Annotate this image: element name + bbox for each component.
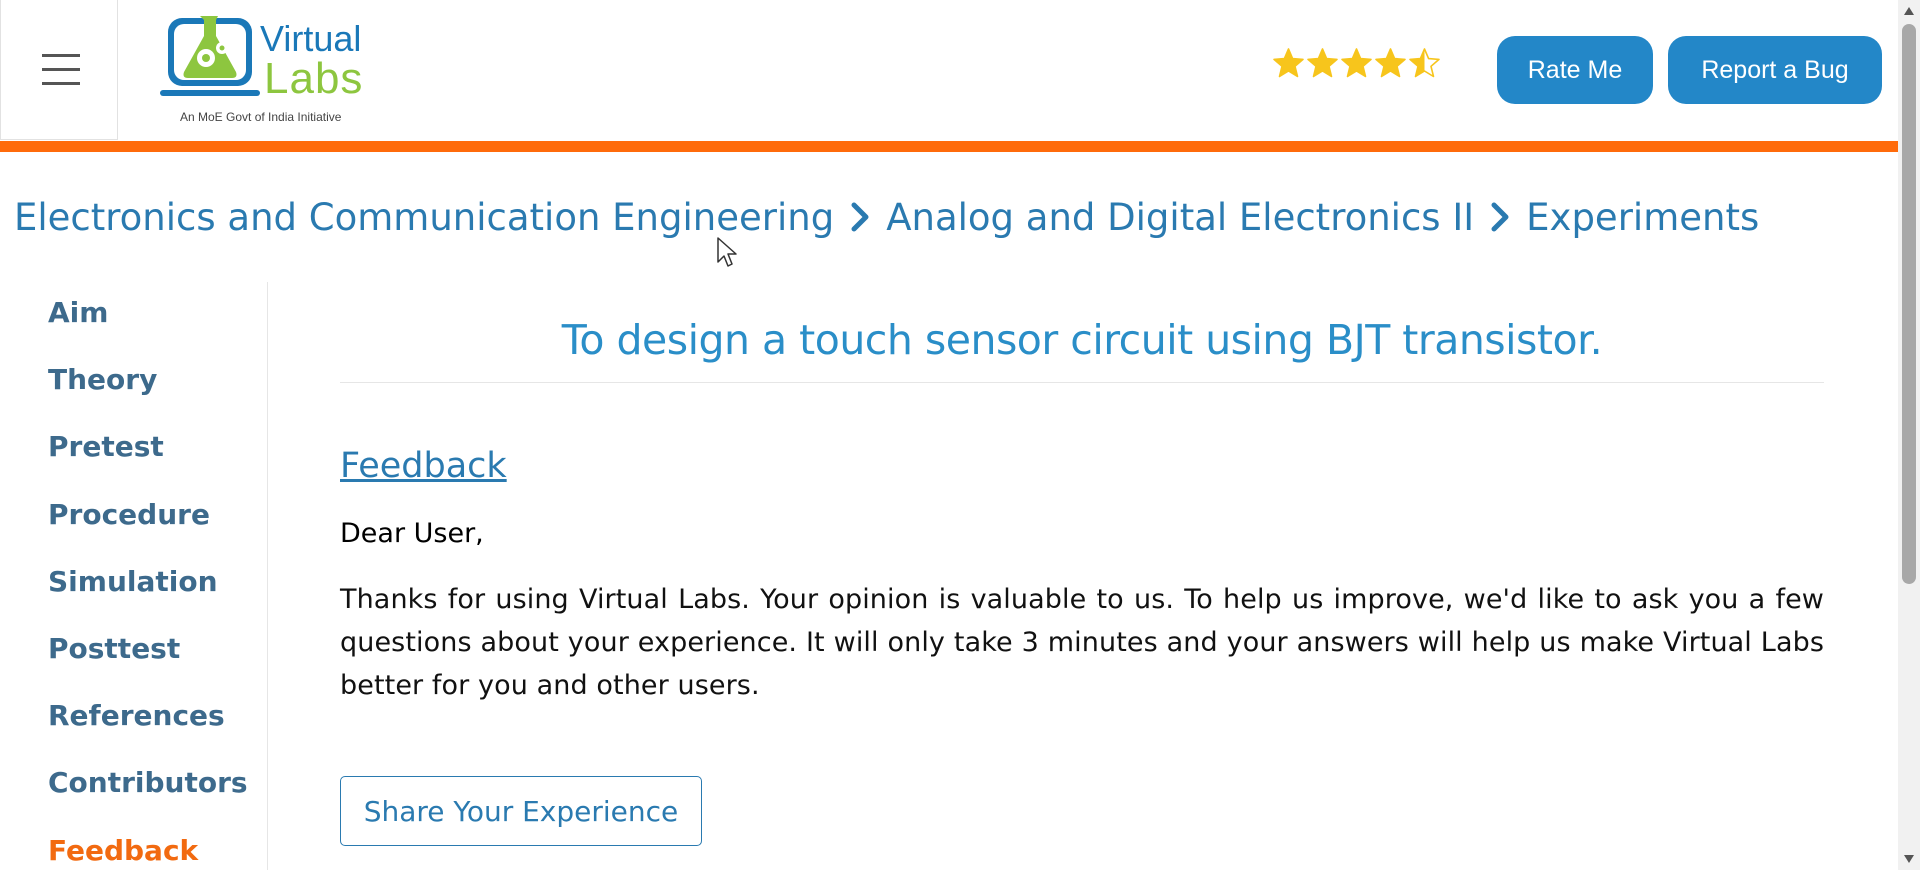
feedback-paragraph: Thanks for using Virtual Labs. Your opin… bbox=[340, 584, 1824, 701]
hamburger-icon-bar bbox=[42, 68, 80, 71]
sidebar-item-references[interactable]: References bbox=[48, 699, 225, 732]
accent-bar bbox=[0, 141, 1898, 152]
experiment-title: To design a touch sensor circuit using B… bbox=[561, 316, 1603, 364]
sidebar-item-contributors[interactable]: Contributors bbox=[48, 766, 248, 799]
hamburger-menu-button[interactable] bbox=[0, 0, 118, 140]
hamburger-icon bbox=[42, 54, 80, 57]
logo-brand-bottom: Labs bbox=[264, 54, 364, 103]
breadcrumb-item-lab[interactable]: Analog and Digital Electronics II bbox=[886, 196, 1474, 239]
breadcrumb: Electronics and Communication Engineerin… bbox=[14, 192, 1759, 242]
sidebar-item-aim[interactable]: Aim bbox=[48, 296, 108, 329]
sidebar-item-simulation[interactable]: Simulation bbox=[48, 565, 218, 598]
virtual-labs-logo[interactable]: Virtual Labs An MoE Govt of India Initia… bbox=[160, 10, 380, 128]
chevron-right-icon bbox=[851, 202, 869, 232]
site-header: Virtual Labs An MoE Govt of India Initia… bbox=[0, 0, 1898, 142]
title-divider bbox=[340, 382, 1824, 383]
greeting-punct: , bbox=[475, 518, 484, 549]
star-icon[interactable] bbox=[1272, 46, 1305, 80]
greeting-name: Dear User bbox=[340, 518, 476, 549]
breadcrumb-item-discipline[interactable]: Electronics and Communication Engineerin… bbox=[14, 196, 834, 239]
scroll-down-arrow-icon[interactable] bbox=[1903, 854, 1915, 864]
star-icon[interactable] bbox=[1408, 46, 1441, 80]
sidebar-item-procedure[interactable]: Procedure bbox=[48, 498, 210, 531]
experiment-sidebar: Aim Theory Pretest Procedure Simulation … bbox=[0, 282, 268, 870]
logo-tagline: An MoE Govt of India Initiative bbox=[180, 110, 342, 124]
hamburger-icon-bar bbox=[42, 82, 80, 85]
report-bug-button[interactable]: Report a Bug bbox=[1668, 36, 1882, 104]
star-icon[interactable] bbox=[1374, 46, 1407, 80]
star-icon[interactable] bbox=[1340, 46, 1373, 80]
feedback-heading-link[interactable]: Feedback bbox=[340, 446, 507, 486]
scroll-up-arrow-icon[interactable] bbox=[1903, 6, 1915, 16]
star-icon[interactable] bbox=[1306, 46, 1339, 80]
rate-me-button[interactable]: Rate Me bbox=[1497, 36, 1653, 104]
sidebar-item-posttest[interactable]: Posttest bbox=[48, 632, 180, 665]
sidebar-item-pretest[interactable]: Pretest bbox=[48, 430, 164, 463]
greeting: Dear User, bbox=[340, 518, 484, 549]
star-rating[interactable] bbox=[1272, 46, 1441, 86]
chevron-right-icon bbox=[1491, 202, 1509, 232]
share-experience-button[interactable]: Share Your Experience bbox=[340, 776, 702, 846]
page-scrollbar[interactable] bbox=[1898, 0, 1920, 870]
sidebar-item-theory[interactable]: Theory bbox=[48, 363, 157, 396]
scrollbar-thumb[interactable] bbox=[1902, 24, 1916, 584]
mouse-cursor-icon bbox=[717, 237, 737, 267]
sidebar-item-feedback[interactable]: Feedback bbox=[48, 834, 198, 867]
breadcrumb-item-experiments[interactable]: Experiments bbox=[1526, 196, 1759, 239]
